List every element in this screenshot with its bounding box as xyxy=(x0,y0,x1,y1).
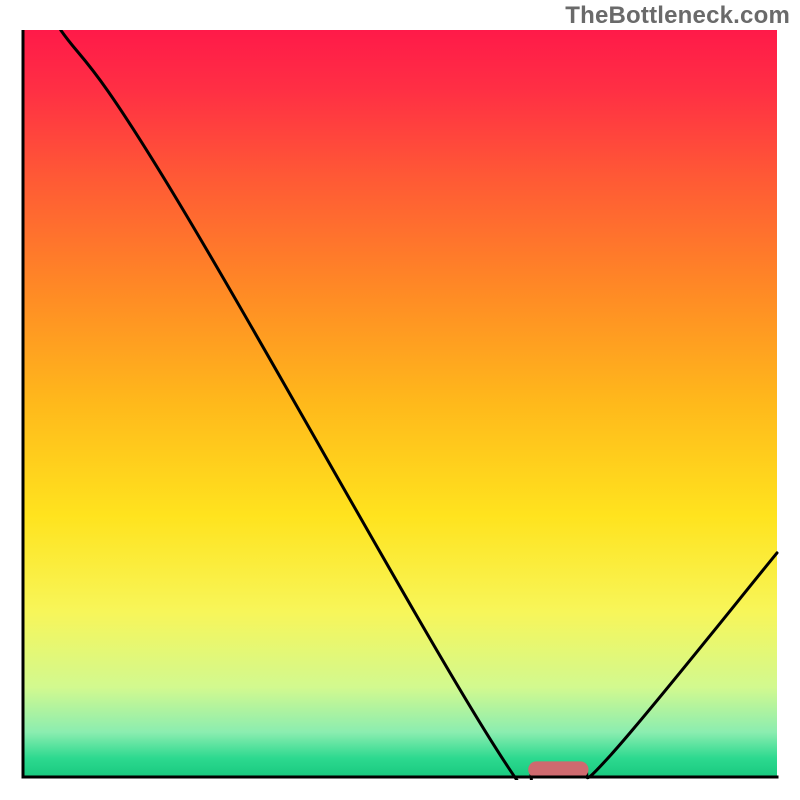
chart-svg xyxy=(20,30,780,780)
gradient-background xyxy=(23,30,777,777)
watermark-text: TheBottleneck.com xyxy=(565,2,790,30)
optimal-marker xyxy=(528,761,588,777)
chart-container: TheBottleneck.com xyxy=(0,0,800,800)
plot-area xyxy=(20,30,780,780)
